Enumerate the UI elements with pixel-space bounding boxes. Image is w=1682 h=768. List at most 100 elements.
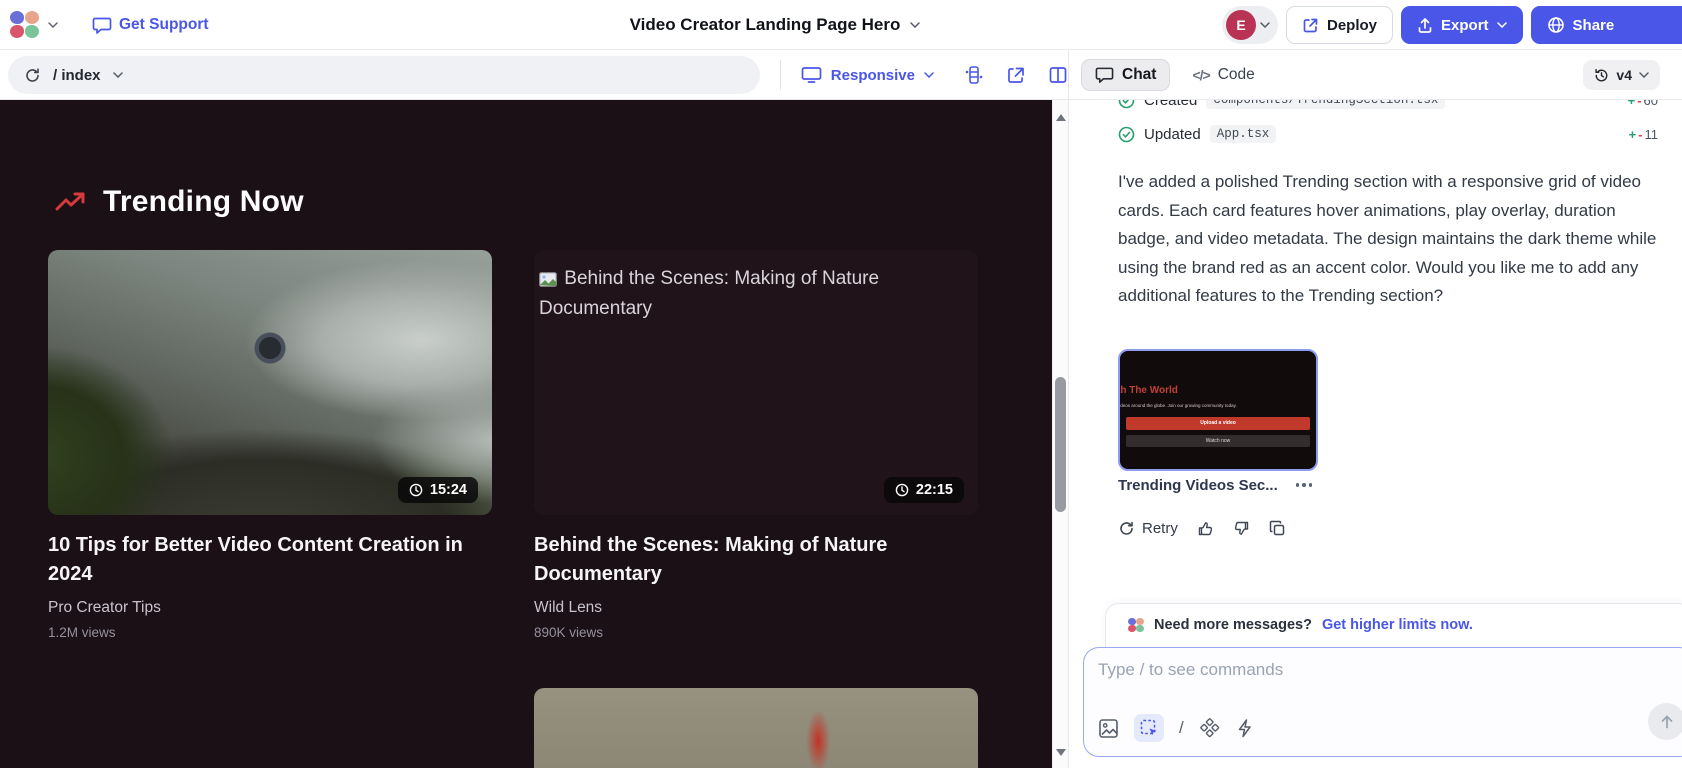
globe-icon bbox=[1547, 16, 1565, 34]
account-menu[interactable]: E bbox=[1222, 6, 1278, 44]
video-title[interactable]: 10 Tips for Better Video Content Creatio… bbox=[48, 531, 492, 589]
retry-icon bbox=[1118, 520, 1135, 537]
app-logo-mini-icon bbox=[1128, 618, 1144, 633]
upsell-text: Need more messages? bbox=[1154, 617, 1312, 633]
arrow-up-icon bbox=[1659, 714, 1675, 730]
lightning-icon[interactable] bbox=[1235, 718, 1256, 739]
history-icon bbox=[1594, 68, 1609, 83]
video-thumbnail-broken-image[interactable]: Behind the Scenes: Making of Nature Docu… bbox=[534, 250, 978, 515]
version-select[interactable]: v4 bbox=[1583, 60, 1660, 90]
scroll-down-arrow-icon[interactable] bbox=[1056, 749, 1066, 756]
avatar: E bbox=[1226, 10, 1256, 40]
upsell-link[interactable]: Get higher limits now. bbox=[1322, 617, 1473, 633]
scrollbar-thumb[interactable] bbox=[1055, 377, 1066, 512]
thumbs-up-icon[interactable] bbox=[1197, 520, 1214, 537]
duration-badge: 15:24 bbox=[398, 477, 478, 503]
diff-minus: - bbox=[1638, 127, 1642, 142]
message-composer[interactable]: / bbox=[1083, 647, 1682, 757]
header-left-group: Get Support bbox=[10, 0, 209, 50]
url-bar[interactable]: / index bbox=[8, 56, 760, 94]
open-in-new-window-icon[interactable] bbox=[1006, 65, 1026, 85]
image-alt-text-wrap: Behind the Scenes: Making of Nature Docu… bbox=[539, 264, 889, 324]
preview-tool-icons bbox=[964, 65, 1068, 85]
preview-scrollbar[interactable] bbox=[1052, 100, 1068, 768]
avatar-chevron-down-icon bbox=[1260, 22, 1270, 28]
clock-icon bbox=[895, 483, 909, 497]
diff-minus: - bbox=[1637, 100, 1641, 108]
attach-image-icon[interactable] bbox=[1098, 718, 1119, 739]
send-button[interactable] bbox=[1648, 703, 1682, 740]
export-label: Export bbox=[1441, 17, 1489, 34]
upsell-banner-content: Need more messages? Get higher limits no… bbox=[1106, 604, 1682, 633]
code-icon: </> bbox=[1192, 67, 1209, 83]
trending-section-header: Trending Now bbox=[55, 185, 304, 219]
message-actions: Retry bbox=[1118, 520, 1658, 537]
route-path: / index bbox=[53, 67, 101, 84]
file-change-row: Created components/TrendingSection.tsx +… bbox=[1118, 100, 1658, 112]
tab-chat[interactable]: Chat bbox=[1081, 59, 1170, 91]
file-change-row: Updated App.tsx + - 11 bbox=[1118, 122, 1658, 146]
toolbar: / index Responsive Chat </> Cod bbox=[0, 50, 1682, 100]
app-window: Get Support Video Creator Landing Page H… bbox=[0, 0, 1682, 768]
app-logo-icon[interactable] bbox=[10, 11, 40, 39]
tab-code[interactable]: </> Code bbox=[1192, 66, 1254, 84]
chat-panel: Created components/TrendingSection.tsx +… bbox=[1069, 100, 1682, 768]
video-thumbnail-mountain-photographer[interactable]: 15:24 bbox=[48, 250, 492, 515]
file-change-action: Created bbox=[1144, 100, 1197, 109]
artifact-preview-primary-button: Upload a video bbox=[1126, 417, 1310, 430]
retry-button[interactable]: Retry bbox=[1118, 520, 1178, 537]
check-circle-icon bbox=[1118, 126, 1135, 143]
split-view-icon[interactable] bbox=[1048, 65, 1068, 85]
duration-badge: 22:15 bbox=[884, 477, 964, 503]
artifact-label[interactable]: Trending Videos Sec... bbox=[1118, 477, 1278, 494]
select-element-tool[interactable] bbox=[1134, 714, 1164, 742]
assistant-message: I've added a polished Trending section w… bbox=[1118, 168, 1666, 311]
video-card bbox=[534, 688, 978, 768]
device-mode-select[interactable]: Responsive bbox=[801, 66, 934, 84]
artifact-preview-secondary-button: Watch now bbox=[1126, 435, 1310, 447]
get-support-link[interactable]: Get Support bbox=[92, 16, 209, 35]
deploy-button[interactable]: Deploy bbox=[1286, 6, 1393, 44]
video-views: 890K views bbox=[534, 625, 978, 640]
components-diamonds-icon[interactable] bbox=[1199, 718, 1220, 739]
video-card: 15:24 10 Tips for Better Video Content C… bbox=[48, 250, 492, 640]
top-header: Get Support Video Creator Landing Page H… bbox=[0, 0, 1682, 50]
title-chevron-down-icon bbox=[910, 22, 920, 28]
export-button[interactable]: Export bbox=[1401, 6, 1523, 44]
video-title[interactable]: Behind the Scenes: Making of Nature Docu… bbox=[534, 531, 978, 589]
copy-icon[interactable] bbox=[1269, 520, 1286, 537]
diff-count: 60 bbox=[1644, 100, 1658, 108]
slash-command-icon[interactable]: / bbox=[1179, 718, 1184, 738]
artifact-label-row: Trending Videos Sec... bbox=[1118, 477, 1658, 494]
share-button[interactable]: Share bbox=[1531, 6, 1682, 44]
retry-label: Retry bbox=[1142, 520, 1178, 537]
refresh-icon[interactable] bbox=[24, 67, 41, 84]
video-thumbnail-food-dish[interactable] bbox=[534, 688, 978, 768]
project-title-group[interactable]: Video Creator Landing Page Hero bbox=[560, 0, 990, 50]
video-channel: Pro Creator Tips bbox=[48, 599, 492, 617]
logo-chevron-down-icon[interactable] bbox=[48, 22, 58, 28]
chat-bubble-icon bbox=[92, 16, 112, 35]
artifact-preview-card[interactable]: th The World videos around the globe. Jo… bbox=[1118, 349, 1318, 471]
scroll-up-arrow-icon[interactable] bbox=[1056, 114, 1066, 121]
composer-tools: / bbox=[1098, 714, 1256, 742]
route-chevron-down-icon[interactable] bbox=[113, 72, 123, 78]
page-title: Video Creator Landing Page Hero bbox=[630, 15, 901, 35]
preview-toolbar: / index Responsive bbox=[0, 50, 1068, 100]
duration-text: 15:24 bbox=[430, 482, 467, 498]
clock-icon bbox=[409, 483, 423, 497]
thumbs-down-icon[interactable] bbox=[1233, 520, 1250, 537]
artifact-menu-icon[interactable] bbox=[1292, 479, 1317, 491]
file-chip[interactable]: App.tsx bbox=[1210, 125, 1277, 143]
video-channel: Wild Lens bbox=[534, 599, 978, 617]
toolbar-divider bbox=[780, 60, 781, 90]
artifact-preview-heading: th The World bbox=[1118, 385, 1178, 396]
video-card: Behind the Scenes: Making of Nature Docu… bbox=[534, 250, 978, 640]
grid-frame-icon[interactable] bbox=[964, 65, 984, 85]
video-thumbnail-room-interior[interactable] bbox=[48, 688, 492, 768]
message-input[interactable] bbox=[1098, 660, 1618, 680]
file-chip[interactable]: components/TrendingSection.tsx bbox=[1206, 100, 1445, 109]
upload-icon bbox=[1417, 17, 1433, 34]
image-alt-text: Behind the Scenes: Making of Nature Docu… bbox=[539, 268, 879, 319]
live-preview-pane: Trending Now 15:24 10 Tips for Better Vi… bbox=[0, 100, 1052, 768]
